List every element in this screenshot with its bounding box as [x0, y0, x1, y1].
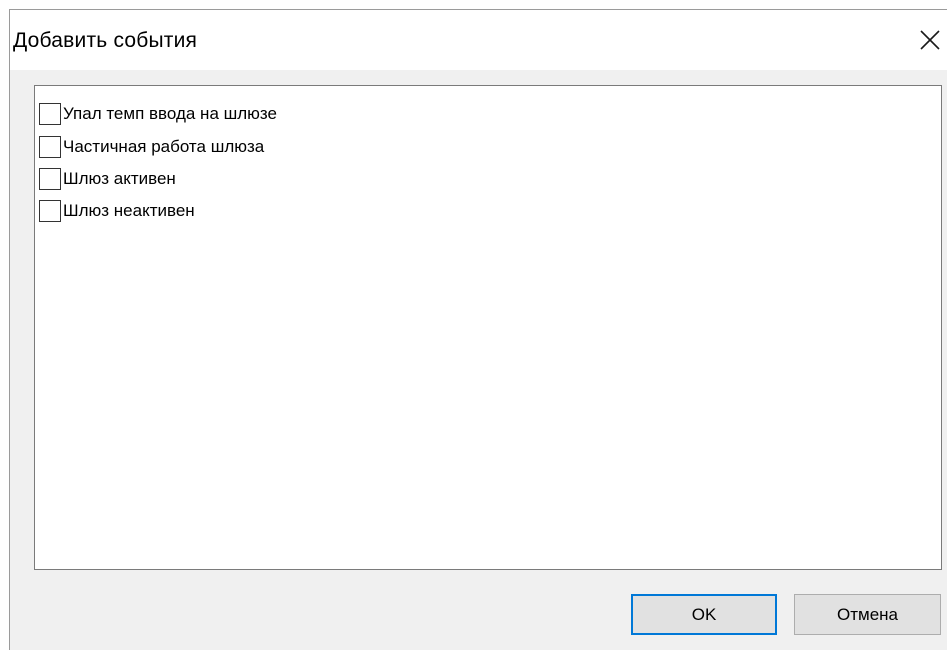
close-button[interactable] — [913, 24, 947, 56]
list-item[interactable]: Частичная работа шлюза — [39, 133, 264, 161]
close-icon — [920, 30, 940, 50]
list-item[interactable]: Упал темп ввода на шлюзе — [39, 100, 277, 128]
list-item[interactable]: Шлюз активен — [39, 165, 176, 193]
cancel-button[interactable]: Отмена — [794, 594, 941, 635]
title-bar: Добавить события — [10, 10, 947, 70]
event-label: Шлюз неактивен — [63, 201, 195, 220]
list-item[interactable]: Шлюз неактивен — [39, 197, 195, 225]
event-checkbox[interactable] — [39, 168, 61, 190]
event-label: Частичная работа шлюза — [63, 137, 265, 156]
event-label: Шлюз активен — [63, 169, 176, 188]
dialog-title: Добавить события — [13, 29, 198, 52]
event-checkbox[interactable] — [39, 103, 61, 125]
events-list[interactable]: Упал темп ввода на шлюзе Частичная работ… — [34, 85, 942, 570]
event-label: Упал темп ввода на шлюзе — [63, 104, 277, 123]
add-events-dialog: Добавить события Упал темп ввода на шлюз… — [9, 9, 947, 650]
ok-button[interactable]: OK — [631, 594, 777, 635]
event-checkbox[interactable] — [39, 200, 61, 222]
event-checkbox[interactable] — [39, 136, 61, 158]
